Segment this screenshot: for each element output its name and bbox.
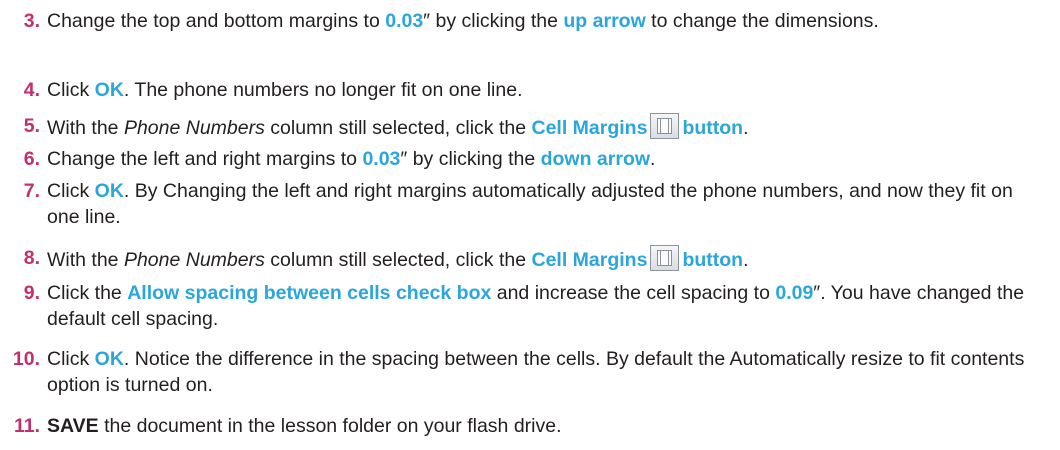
step-text-run: Change the top and bottom margins to bbox=[47, 10, 386, 32]
step-text-run: to change the dimensions. bbox=[645, 10, 879, 32]
step-text-run: . bbox=[650, 148, 656, 170]
highlighted-term: down arrow bbox=[540, 148, 651, 170]
step-text: Click OK. By Changing the left and right… bbox=[47, 178, 1047, 230]
step-text: With the Phone Numbers column still sele… bbox=[47, 245, 1047, 273]
highlighted-term: 0.03 bbox=[362, 148, 401, 170]
bold-term: SAVE bbox=[47, 415, 99, 437]
highlighted-term: button bbox=[682, 117, 744, 139]
cell-margins-icon bbox=[650, 113, 680, 139]
step-text-run: . bbox=[743, 249, 749, 271]
highlighted-term: OK bbox=[94, 348, 124, 370]
step-text: Click the Allow spacing between cells ch… bbox=[47, 280, 1047, 332]
step-number: 9. bbox=[23, 282, 40, 304]
step-text-run: Change the left and right margins to bbox=[47, 148, 363, 170]
step-text-run: . By Changing the left and right margins… bbox=[47, 180, 1013, 228]
step-text-run: With the bbox=[47, 249, 124, 271]
step-text-run: the document in the lesson folder on you… bbox=[98, 415, 562, 437]
step-text: Change the top and bottom margins to 0.0… bbox=[47, 8, 1047, 34]
highlighted-term: 0.03 bbox=[385, 10, 424, 32]
cell-margins-icon bbox=[650, 245, 680, 271]
highlighted-term: Allow spacing between cells check box bbox=[127, 282, 492, 304]
step-text: SAVE the document in the lesson folder o… bbox=[47, 413, 1047, 439]
highlighted-term: Cell Margins bbox=[531, 117, 648, 139]
instruction-steps: 3. Change the top and bottom margins to 0… bbox=[0, 0, 1060, 450]
step-number: 5. bbox=[23, 115, 40, 137]
step-text-run: Click bbox=[47, 180, 95, 202]
step-text-run: Click bbox=[47, 79, 95, 101]
italic-term: Phone Numbers bbox=[123, 249, 265, 271]
highlighted-term: OK bbox=[94, 180, 124, 202]
highlighted-term: button bbox=[682, 249, 744, 271]
step-text: Click OK. Notice the difference in the s… bbox=[47, 346, 1047, 398]
italic-term: Phone Numbers bbox=[123, 117, 265, 139]
step-number: 8. bbox=[23, 247, 40, 269]
step-text-run: . bbox=[743, 117, 749, 139]
step-number: 7. bbox=[23, 180, 40, 202]
step-text: Click OK. The phone numbers no longer fi… bbox=[47, 77, 1047, 103]
step-number: 6. bbox=[23, 148, 40, 170]
highlighted-term: up arrow bbox=[563, 10, 646, 32]
step-text-run: Click bbox=[47, 348, 95, 370]
step-text-run: column still selected, click the bbox=[264, 249, 532, 271]
step-number: 3. bbox=[23, 10, 40, 32]
highlighted-term: 0.09 bbox=[775, 282, 814, 304]
highlighted-term: Cell Margins bbox=[531, 249, 648, 271]
step-text-run: and increase the cell spacing to bbox=[491, 282, 776, 304]
step-text-run: . Notice the difference in the spacing b… bbox=[47, 348, 1025, 396]
step-number: 10. bbox=[12, 348, 40, 370]
highlighted-term: OK bbox=[94, 79, 124, 101]
step-text-run: column still selected, click the bbox=[264, 117, 532, 139]
step-text-run: . The phone numbers no longer fit on one… bbox=[123, 79, 523, 101]
step-number: 11. bbox=[13, 415, 40, 437]
step-number: 4. bbox=[23, 79, 40, 101]
step-text-run: ″ by clicking the bbox=[400, 148, 541, 170]
step-text: With the Phone Numbers column still sele… bbox=[47, 113, 1047, 141]
step-text-run: With the bbox=[47, 117, 124, 139]
step-text-run: Click the bbox=[47, 282, 128, 304]
step-text-run: ″ by clicking the bbox=[423, 10, 564, 32]
step-text: Change the left and right margins to 0.0… bbox=[47, 146, 1047, 172]
